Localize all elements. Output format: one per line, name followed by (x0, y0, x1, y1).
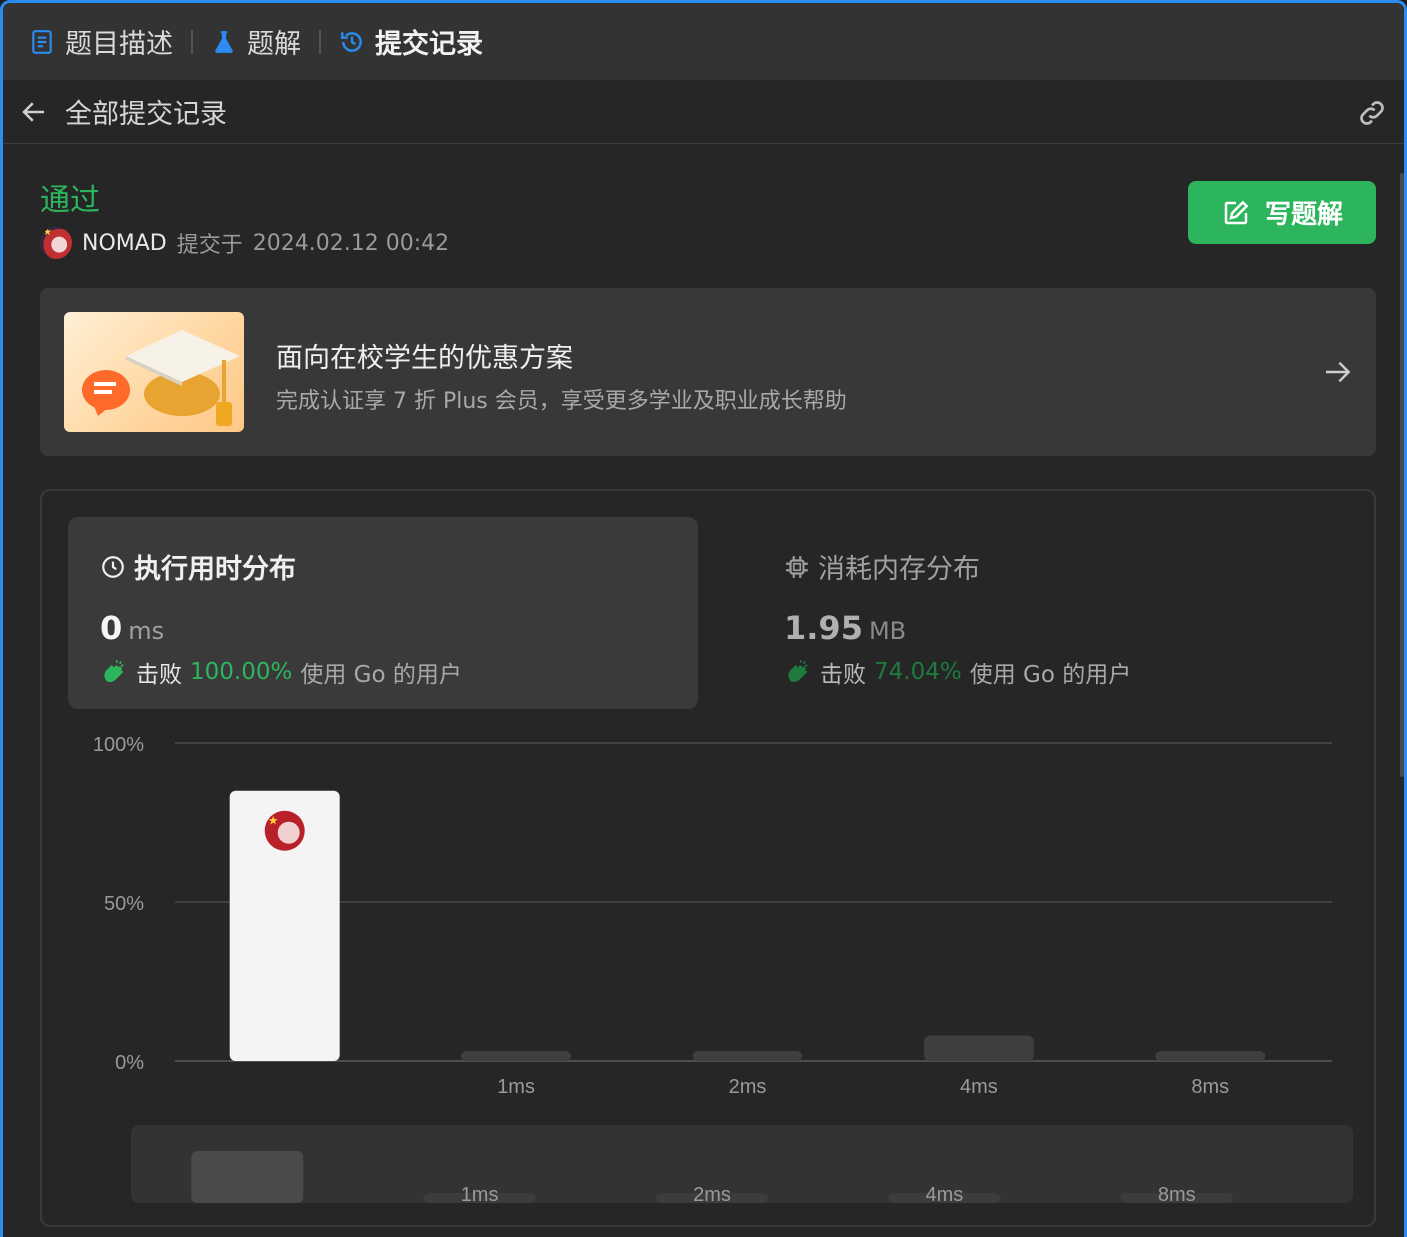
overview-tick-label: 2ms (693, 1184, 731, 1206)
avatar[interactable] (40, 227, 72, 259)
overview-tick-label: 1ms (461, 1184, 499, 1206)
write-solution-button[interactable]: 写题解 (1188, 181, 1376, 244)
overview-tick-label: 8ms (1158, 1184, 1196, 1206)
history-icon (341, 31, 362, 52)
promo-title: 面向在校学生的优惠方案 (276, 343, 573, 374)
bar-avatar-face (277, 821, 300, 844)
tab-submissions-label: 提交记录 (375, 29, 483, 60)
runtime-distribution-chart[interactable]: 100% 50% 0% ★ 1ms 2ms 4ms 8ms 1ms 2ms 4ms 8ms (42, 491, 1374, 1225)
submission-detail-window: 题目描述 题解 提交记录 全部提交记录 通过 NOMAD 提交于 2024.02… (0, 0, 1407, 1237)
submission-meta: NOMAD 提交于 2024.02.12 00:42 (40, 227, 449, 259)
x-tick-label: 4ms (960, 1076, 998, 1098)
page-title: 全部提交记录 (65, 99, 227, 130)
y-tick-label: 0% (115, 1052, 144, 1074)
chart-bar (461, 1051, 572, 1061)
x-tick-label: 2ms (729, 1076, 767, 1098)
tab-divider (319, 29, 321, 54)
flask-icon (215, 30, 233, 53)
overview-tick-label: 4ms (926, 1184, 964, 1206)
tab-solutions[interactable]: 题解 (211, 22, 301, 62)
submission-timestamp: 2024.02.12 00:42 (252, 230, 450, 256)
x-tick-label: 1ms (497, 1076, 535, 1098)
bar-avatar-star: ★ (268, 814, 279, 828)
overview-bar (191, 1151, 304, 1203)
tab-description-label: 题目描述 (65, 29, 173, 60)
arrow-left-icon[interactable] (19, 97, 49, 127)
description-icon (32, 29, 52, 54)
chart-bar (923, 1035, 1034, 1061)
submitted-prefix: 提交于 (176, 233, 243, 258)
y-tick-label: 50% (104, 893, 144, 915)
tab-divider (191, 29, 193, 54)
username[interactable]: NOMAD (82, 231, 167, 256)
scrollbar[interactable] (1400, 173, 1404, 777)
student-promo-banner[interactable]: 面向在校学生的优惠方案 完成认证享 7 折 Plus 会员，享受更多学业及职业成… (40, 288, 1376, 456)
arrow-right-icon[interactable] (1322, 356, 1354, 388)
tab-solutions-label: 题解 (247, 29, 301, 60)
write-solution-label: 写题解 (1264, 200, 1343, 230)
chart-bar (692, 1051, 803, 1061)
submissions-subheader: 全部提交记录 (3, 80, 1404, 144)
edit-icon (1224, 200, 1249, 224)
link-icon[interactable] (1354, 97, 1390, 129)
performance-panel: 执行用时分布 0 ms 击败 100.00% 使用 Go 的用户 消耗内存分布 1… (40, 489, 1376, 1227)
submission-status: 通过 (40, 183, 100, 218)
tab-description[interactable]: 题目描述 (29, 22, 173, 62)
graduation-cap-illustration (64, 312, 244, 432)
x-tick-label: 8ms (1191, 1076, 1229, 1098)
chart-bar (1155, 1051, 1266, 1061)
y-tick-label: 100% (93, 734, 144, 756)
tab-submissions[interactable]: 提交记录 (339, 22, 483, 62)
tab-bar: 题目描述 题解 提交记录 (3, 3, 1404, 80)
promo-subtitle: 完成认证享 7 折 Plus 会员，享受更多学业及职业成长帮助 (276, 389, 847, 414)
